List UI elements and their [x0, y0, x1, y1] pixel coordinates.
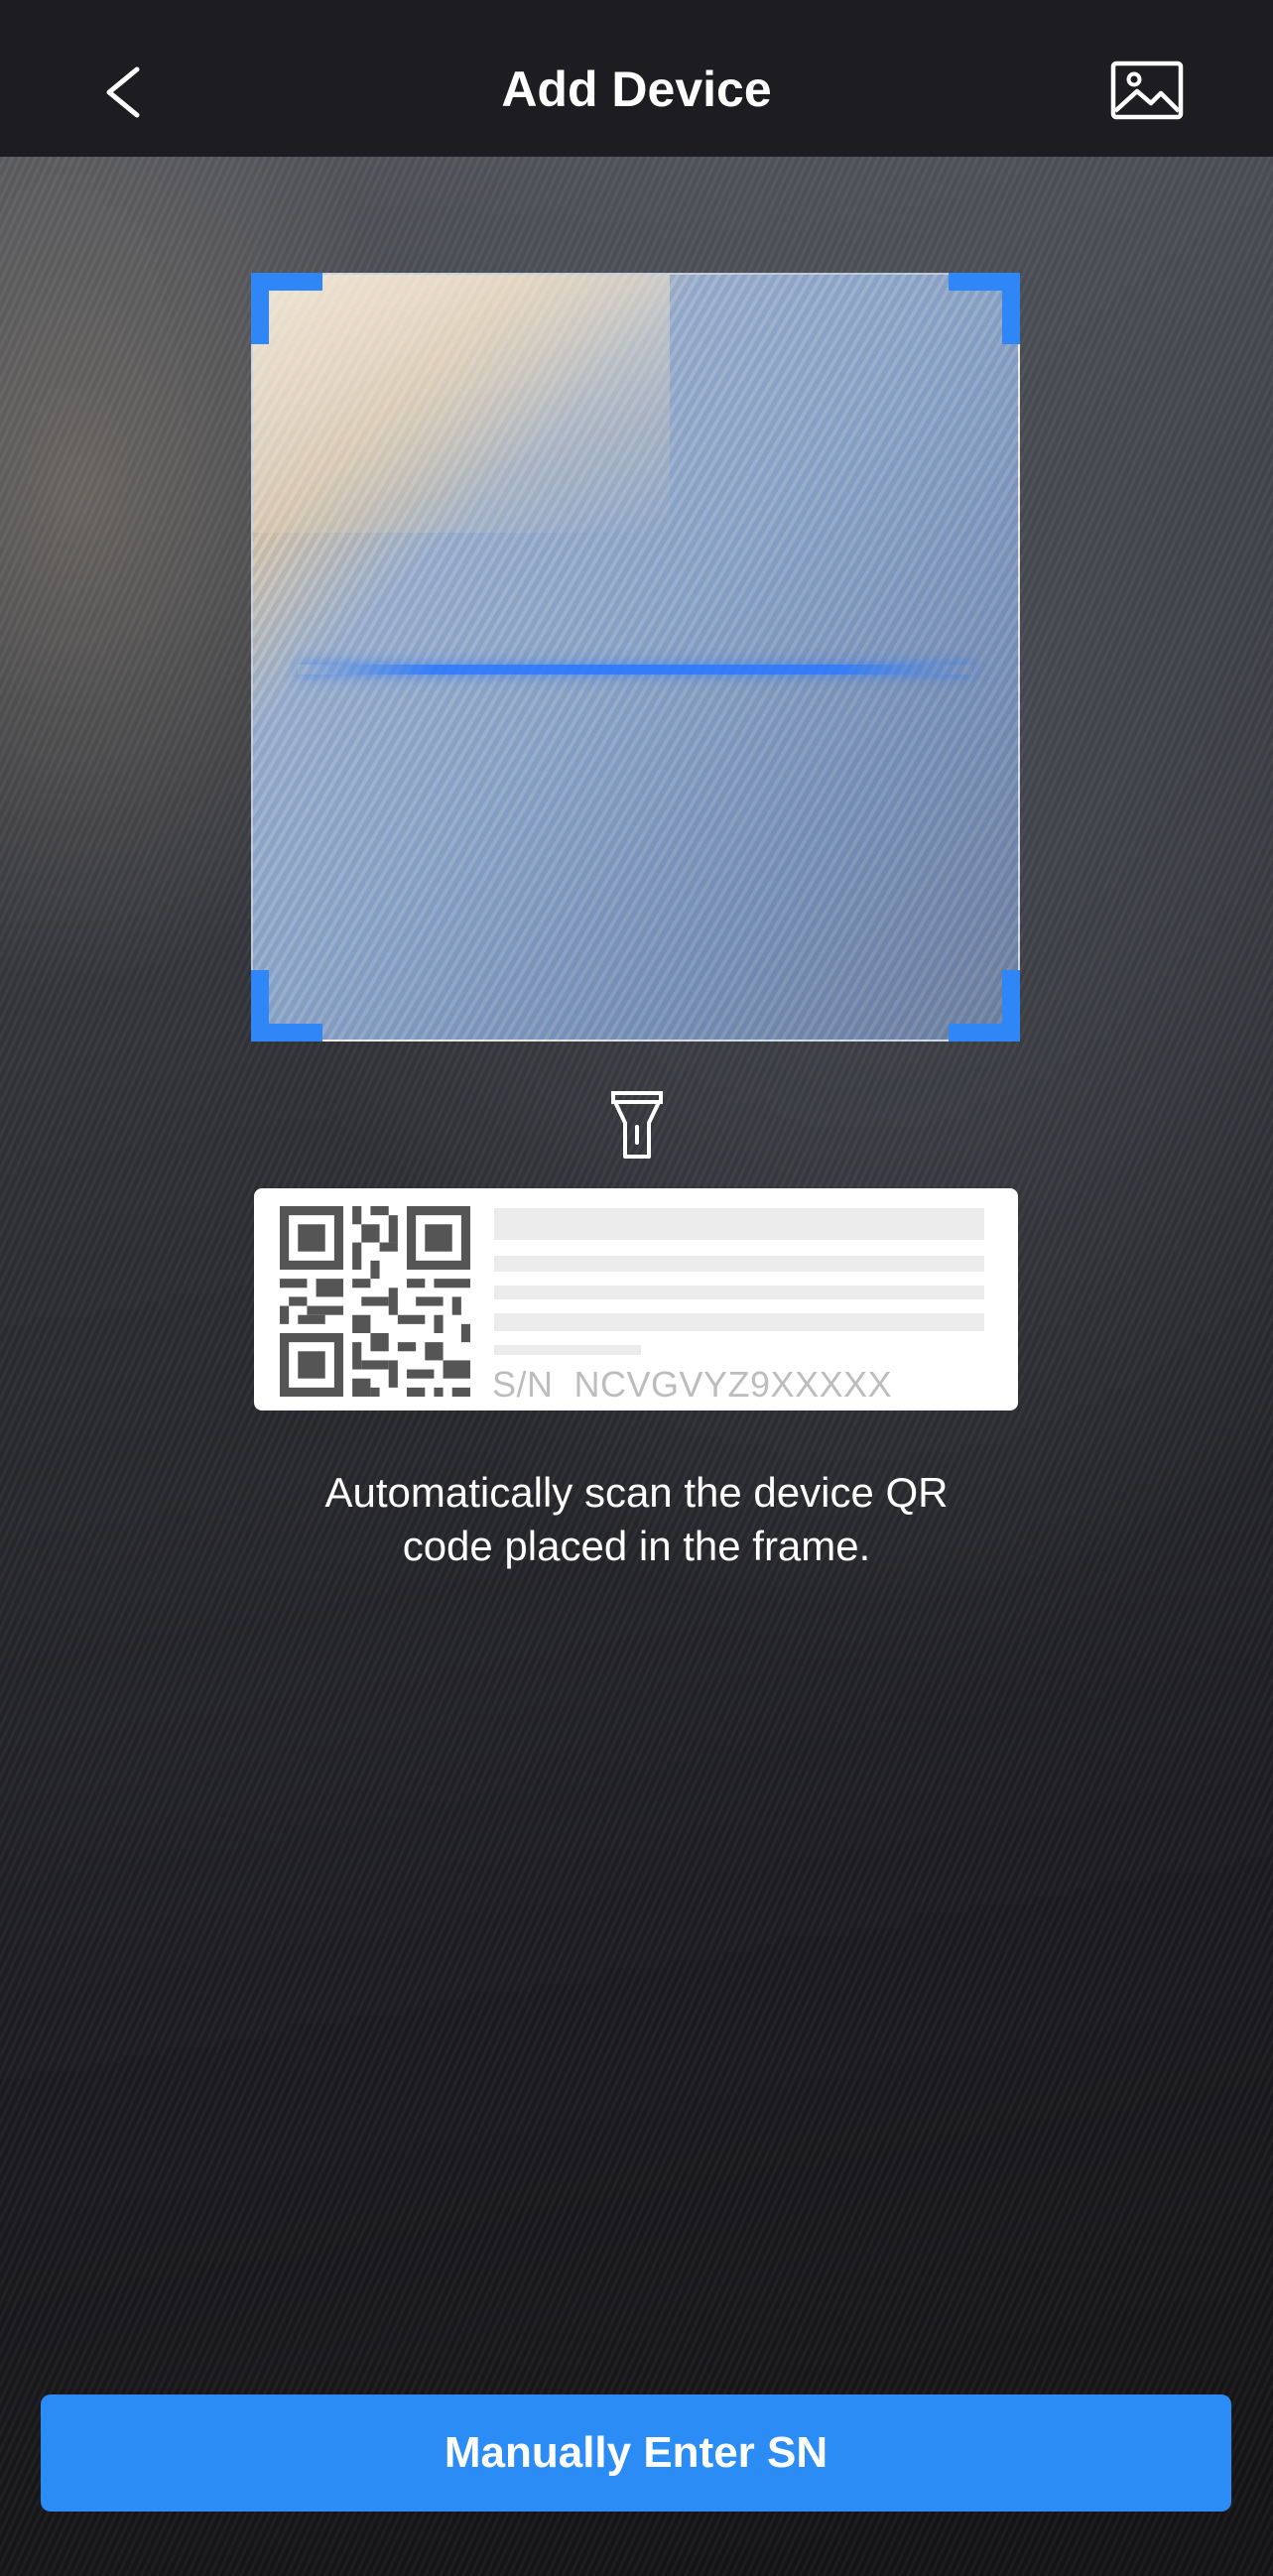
- gallery-button[interactable]: [1109, 60, 1185, 121]
- navigation-bar: Add Device: [0, 0, 1273, 157]
- device-label-example: S/N NCVGVYZ9XXXXX: [254, 1188, 1018, 1411]
- frame-corner-top-left: [251, 273, 322, 344]
- label-placeholder-line: [494, 1256, 984, 1272]
- label-placeholder-line: [494, 1286, 984, 1299]
- flashlight-button[interactable]: [607, 1089, 667, 1161]
- label-placeholder-line: [494, 1208, 984, 1240]
- image-icon: [1110, 61, 1184, 120]
- flashlight-icon: [611, 1091, 663, 1159]
- instruction-line: code placed in the frame.: [402, 1523, 871, 1569]
- scan-area: [251, 273, 1020, 1042]
- label-placeholder-line: [494, 1313, 984, 1331]
- label-placeholder-line: [494, 1345, 641, 1355]
- frame-corner-bottom-right: [949, 970, 1020, 1042]
- scan-instruction: Automatically scan the device QR code pl…: [198, 1466, 1075, 1573]
- instruction-line: Automatically scan the device QR: [324, 1469, 949, 1516]
- scan-line: [298, 665, 972, 675]
- serial-number-example: S/N NCVGVYZ9XXXXX: [492, 1364, 893, 1405]
- page-title: Add Device: [501, 61, 772, 117]
- qr-code-icon: [280, 1206, 470, 1397]
- frame-corner-top-right: [949, 273, 1020, 344]
- frame-corner-bottom-left: [251, 970, 322, 1042]
- manually-enter-sn-button[interactable]: Manually Enter SN: [41, 2394, 1231, 2512]
